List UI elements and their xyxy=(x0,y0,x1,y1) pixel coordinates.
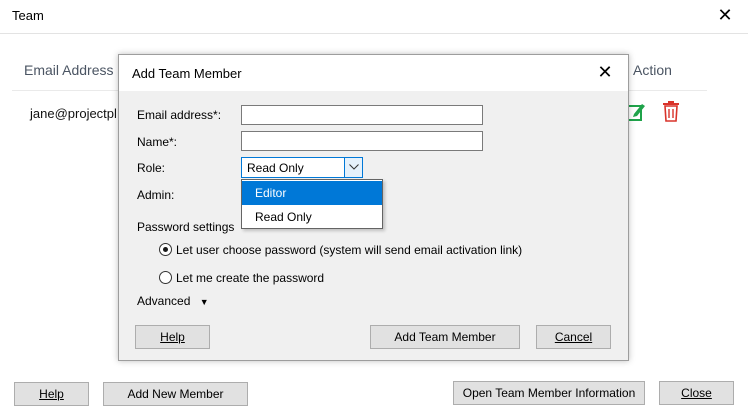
cancel-button[interactable]: Cancel xyxy=(536,325,611,349)
close-button[interactable]: Close xyxy=(659,381,734,405)
dialog-header: Add Team Member ✕ xyxy=(119,55,628,91)
add-team-member-button[interactable]: Add Team Member xyxy=(370,325,520,349)
role-option-editor[interactable]: Editor xyxy=(242,181,382,205)
edit-icon[interactable] xyxy=(626,101,646,123)
help-button[interactable]: Help xyxy=(14,382,89,406)
admin-label: Admin: xyxy=(137,188,175,202)
title-separator xyxy=(0,33,748,34)
role-select-value: Read Only xyxy=(247,161,304,175)
role-option-read-only[interactable]: Read Only xyxy=(242,205,382,229)
open-team-member-information-button[interactable]: Open Team Member Information xyxy=(453,381,645,405)
role-label: Role: xyxy=(137,161,166,175)
radio-create-password[interactable] xyxy=(159,271,172,284)
add-team-member-dialog: Add Team Member ✕ Email address*: Name*:… xyxy=(118,54,629,361)
dialog-close-button[interactable]: ✕ xyxy=(596,63,614,82)
help-button-label: Help xyxy=(39,387,64,401)
window-title: Team xyxy=(12,8,44,23)
radio-user-choose-password[interactable] xyxy=(159,243,172,256)
radio-user-choose-password-label[interactable]: Let user choose password (system will se… xyxy=(176,243,522,257)
close-button-label: Close xyxy=(681,386,712,400)
advanced-toggle[interactable]: Advanced ▼ xyxy=(137,294,209,308)
role-dropdown-list: Editor Read Only xyxy=(241,179,383,229)
name-field[interactable] xyxy=(241,131,483,151)
row-email: jane@projectpl xyxy=(30,106,117,121)
dialog-title: Add Team Member xyxy=(132,66,242,81)
password-settings-label: Password settings xyxy=(137,220,235,234)
triangle-down-icon: ▼ xyxy=(199,297,209,307)
radio-create-password-label[interactable]: Let me create the password xyxy=(176,271,324,285)
advanced-label: Advanced xyxy=(137,294,191,308)
column-header-action: Action xyxy=(633,62,672,78)
add-new-member-button[interactable]: Add New Member xyxy=(103,382,248,406)
role-select[interactable]: Read Only xyxy=(241,157,363,178)
email-field[interactable] xyxy=(241,105,483,125)
email-label: Email address*: xyxy=(137,108,222,122)
chevron-down-icon[interactable] xyxy=(344,158,362,177)
dialog-help-label: Help xyxy=(160,330,185,344)
window-close-button[interactable]: ✕ xyxy=(716,6,734,25)
cancel-button-label: Cancel xyxy=(554,330,593,344)
dialog-help-button[interactable]: Help xyxy=(135,325,210,349)
dialog-body: Email address*: Name*: Role: Read Only E… xyxy=(119,91,628,360)
trash-icon[interactable] xyxy=(661,100,681,123)
column-header-email: Email Address xyxy=(24,62,114,78)
name-label: Name*: xyxy=(137,135,178,149)
